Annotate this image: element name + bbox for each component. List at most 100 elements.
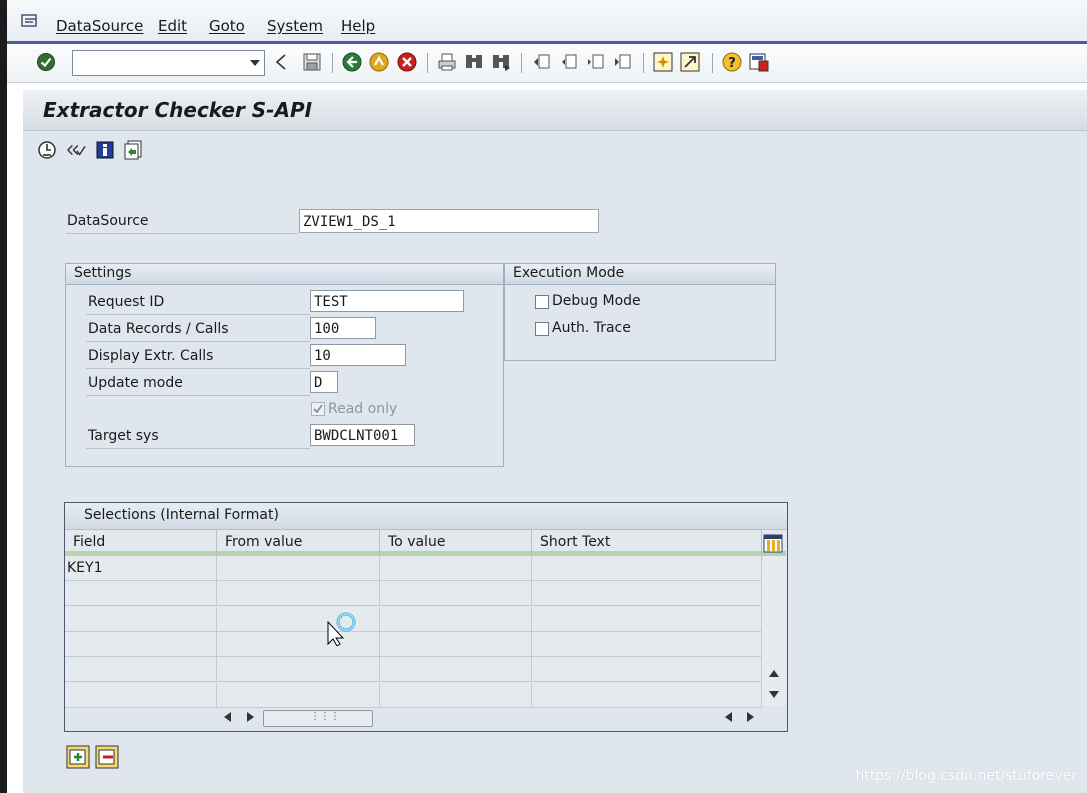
- create-session-icon[interactable]: [653, 52, 673, 72]
- column-header-to-value[interactable]: To value: [380, 530, 532, 556]
- menu-edit[interactable]: Edit: [158, 17, 187, 35]
- cell-field[interactable]: [65, 581, 217, 607]
- cell-field[interactable]: [65, 682, 217, 708]
- datasource-field[interactable]: ZVIEW1_DS_1: [299, 209, 599, 233]
- cell-field[interactable]: [65, 606, 217, 632]
- cell-to-value[interactable]: [380, 657, 532, 683]
- info-icon[interactable]: [95, 140, 115, 160]
- vertical-scrollbar[interactable]: [762, 556, 786, 706]
- scroll-down-icon[interactable]: [768, 690, 780, 700]
- cell-short-text[interactable]: [532, 581, 762, 607]
- checkmark-icon: [313, 404, 323, 414]
- column-header-label: Field: [73, 534, 106, 550]
- table-title-bar: Selections (Internal Format): [65, 503, 787, 530]
- scroll-right-icon[interactable]: [246, 712, 254, 722]
- busy-cursor-icon: [327, 612, 356, 646]
- scroll-left-icon[interactable]: [725, 712, 733, 722]
- delete-row-icon[interactable]: [95, 745, 119, 769]
- scroll-up-icon[interactable]: [768, 668, 780, 678]
- enter-icon[interactable]: [36, 52, 56, 72]
- last-page-icon[interactable]: [613, 52, 633, 72]
- find-icon[interactable]: [464, 52, 484, 72]
- cell-to-value[interactable]: [380, 682, 532, 708]
- menu-datasource[interactable]: DataSource: [56, 17, 143, 35]
- next-page-icon[interactable]: [586, 52, 606, 72]
- page-title: Extractor Checker S-API: [43, 98, 313, 122]
- menu-goto[interactable]: Goto: [209, 17, 245, 35]
- display-calls-field[interactable]: 10: [310, 344, 406, 366]
- execute-icon[interactable]: [37, 140, 57, 160]
- target-sys-field[interactable]: BWDCLNT001: [310, 424, 415, 446]
- find-next-icon[interactable]: [491, 52, 511, 72]
- data-records-field[interactable]: 100: [310, 317, 376, 339]
- menu-bar: DataSource Edit Goto System Help: [7, 0, 1087, 44]
- cell-field[interactable]: [65, 631, 217, 657]
- selections-table: Selections (Internal Format) Field From …: [64, 502, 788, 732]
- command-field[interactable]: [72, 50, 265, 76]
- scroll-right-icon[interactable]: [746, 712, 754, 722]
- chevron-down-icon[interactable]: [246, 51, 264, 75]
- cell-from-value[interactable]: [217, 657, 380, 683]
- cell-short-text[interactable]: [532, 682, 762, 708]
- cell-from-value[interactable]: [217, 556, 380, 581]
- cell-field[interactable]: KEY1: [65, 556, 217, 581]
- scroll-thumb[interactable]: ⋮⋮⋮: [263, 710, 373, 727]
- toolbar-separator: [427, 53, 428, 73]
- column-header-field[interactable]: Field: [65, 530, 217, 556]
- debug-mode-checkbox[interactable]: [535, 295, 549, 309]
- table-row: KEY1: [65, 556, 762, 581]
- grip-icon: ⋮⋮⋮: [310, 711, 340, 722]
- column-header-short-text[interactable]: Short Text: [532, 530, 762, 556]
- menu-icon[interactable]: [21, 14, 39, 28]
- save-icon[interactable]: [302, 52, 322, 72]
- cell-short-text[interactable]: [532, 606, 762, 632]
- cell-from-value[interactable]: [217, 581, 380, 607]
- toolbar-separator: [712, 53, 713, 73]
- cell-to-value[interactable]: [380, 581, 532, 607]
- cell-to-value[interactable]: [380, 556, 532, 581]
- table-row: [65, 606, 762, 632]
- back-icon[interactable]: [342, 52, 362, 72]
- standard-toolbar: ?: [7, 44, 1087, 83]
- horizontal-scrollbar[interactable]: ⋮⋮⋮: [220, 708, 762, 727]
- auth-trace-label: Auth. Trace: [552, 320, 631, 336]
- customize-layout-icon[interactable]: [749, 52, 769, 72]
- datasource-label: DataSource: [67, 213, 149, 229]
- request-id-label: Request ID: [88, 294, 165, 310]
- cell-from-value[interactable]: [217, 682, 380, 708]
- execution-mode-group: Execution Mode Debug Mode Auth. Trace: [504, 263, 776, 361]
- table-row: [65, 657, 762, 683]
- cell-to-value[interactable]: [380, 631, 532, 657]
- table-title: Selections (Internal Format): [84, 507, 279, 523]
- column-header-from-value[interactable]: From value: [217, 530, 380, 556]
- cell-field[interactable]: [65, 657, 217, 683]
- variant-icon[interactable]: [124, 140, 144, 160]
- cell-short-text[interactable]: [532, 556, 762, 581]
- exit-icon[interactable]: [369, 52, 389, 72]
- print-icon[interactable]: [437, 52, 457, 72]
- first-page-icon[interactable]: [532, 52, 552, 72]
- insert-row-icon[interactable]: [66, 745, 90, 769]
- watermark: https://blog.csdn.net/stuforever: [855, 768, 1077, 784]
- shortcut-icon[interactable]: [680, 52, 700, 72]
- back-arrow-icon[interactable]: [271, 52, 291, 72]
- check-icon[interactable]: [66, 140, 86, 160]
- settings-title: Settings: [74, 265, 132, 281]
- help-icon[interactable]: ?: [722, 52, 742, 72]
- cell-short-text[interactable]: [532, 631, 762, 657]
- scroll-left-icon[interactable]: [224, 712, 232, 722]
- menu-help[interactable]: Help: [341, 17, 375, 35]
- previous-page-icon[interactable]: [559, 52, 579, 72]
- label-underline: [66, 233, 298, 234]
- request-id-field[interactable]: TEST: [310, 290, 464, 312]
- update-mode-field[interactable]: D: [310, 371, 338, 393]
- menu-system[interactable]: System: [267, 17, 323, 35]
- settings-group-header: Settings: [66, 264, 503, 285]
- cell-to-value[interactable]: [380, 606, 532, 632]
- auth-trace-checkbox[interactable]: [535, 322, 549, 336]
- cancel-icon[interactable]: [397, 52, 417, 72]
- column-settings-icon[interactable]: [763, 534, 783, 553]
- cell-short-text[interactable]: [532, 657, 762, 683]
- title-area: Extractor Checker S-API: [23, 90, 1087, 172]
- read-only-label: Read only: [328, 401, 398, 417]
